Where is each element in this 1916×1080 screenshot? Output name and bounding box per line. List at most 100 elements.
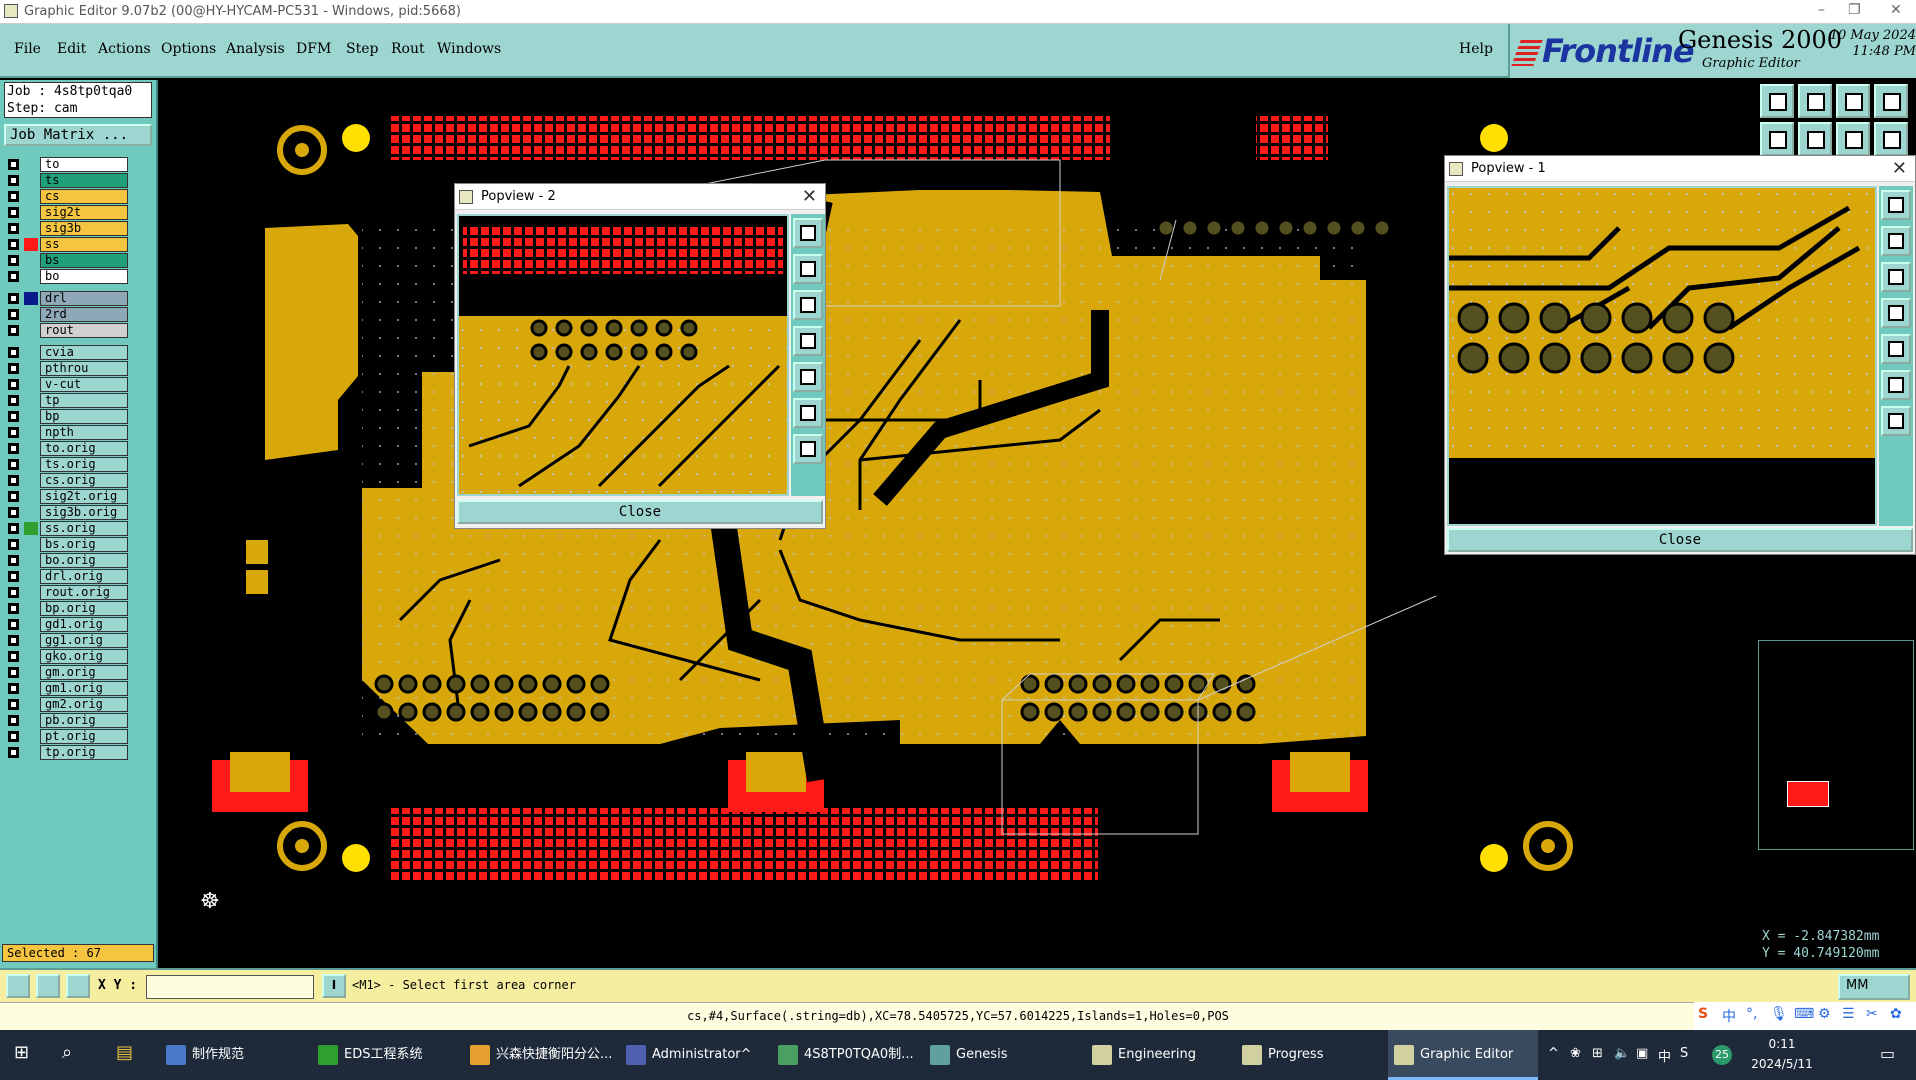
layer-affected-marker[interactable] (24, 270, 38, 283)
layer-row-pt-orig[interactable]: pt.orig (4, 728, 154, 744)
layer-name[interactable]: pthrou (40, 361, 128, 376)
layer-row-tp-orig[interactable]: tp.orig (4, 744, 154, 760)
layer-row-sig2t-orig[interactable]: sig2t.orig (4, 488, 154, 504)
popview-1-canvas[interactable] (1447, 186, 1877, 526)
layer-row-bs-orig[interactable]: bs.orig (4, 536, 154, 552)
layer-name[interactable]: bp.orig (40, 601, 128, 616)
pan-right-icon[interactable] (1798, 122, 1832, 156)
layer-affected-marker[interactable] (24, 292, 38, 305)
minimize-button[interactable]: – (1818, 2, 1825, 18)
layer-name[interactable]: sig3b (40, 221, 128, 236)
layer-row-v-cut[interactable]: v-cut (4, 376, 154, 392)
search-icon[interactable]: ⌕ (62, 1042, 72, 1063)
tray-icon-4[interactable]: ▣ (1636, 1046, 1648, 1061)
taskbar-app-0[interactable]: 制作规范 (Ver:1.0... (160, 1030, 308, 1080)
layer-row-bp[interactable]: bp (4, 408, 154, 424)
layer-row-sig3b-orig[interactable]: sig3b.orig (4, 504, 154, 520)
layer-checkbox[interactable] (8, 325, 19, 336)
layer-row-drl-orig[interactable]: drl.orig (4, 568, 154, 584)
layer-checkbox[interactable] (8, 715, 19, 726)
layer-affected-marker[interactable] (24, 730, 38, 743)
layer-row-ts[interactable]: ts (4, 172, 154, 188)
layer-row-bo-orig[interactable]: bo.orig (4, 552, 154, 568)
layer-checkbox[interactable] (8, 191, 19, 202)
layer-affected-marker[interactable] (24, 490, 38, 503)
layer-checkbox[interactable] (8, 363, 19, 374)
fit-icon[interactable] (793, 398, 823, 428)
redraw-icon[interactable] (1836, 122, 1870, 156)
center-icon[interactable] (793, 434, 823, 464)
center-icon[interactable] (1881, 406, 1911, 436)
menu-step[interactable]: Step (346, 41, 378, 57)
layer-row-cs-orig[interactable]: cs.orig (4, 472, 154, 488)
layer-affected-marker[interactable] (24, 254, 38, 267)
tray-icon-3[interactable]: 🔈 (1614, 1046, 1630, 1061)
popview-1-close-button[interactable]: Close (1447, 528, 1913, 552)
layer-row-rout-orig[interactable]: rout.orig (4, 584, 154, 600)
zoom-out-icon[interactable] (793, 254, 823, 284)
layer-name[interactable]: gm2.orig (40, 697, 128, 712)
layer-name[interactable]: rout.orig (40, 585, 128, 600)
layer-affected-marker[interactable] (24, 698, 38, 711)
layer-checkbox[interactable] (8, 293, 19, 304)
layer-name[interactable]: rout (40, 323, 128, 338)
layer-name[interactable]: ss.orig (40, 521, 128, 536)
layer-name[interactable]: cs.orig (40, 473, 128, 488)
layer-name[interactable]: to.orig (40, 441, 128, 456)
layer-checkbox[interactable] (8, 747, 19, 758)
layer-checkbox[interactable] (8, 255, 19, 266)
layer-checkbox[interactable] (8, 443, 19, 454)
layer-name[interactable]: pb.orig (40, 713, 128, 728)
menu-options[interactable]: Options (161, 41, 216, 57)
layer-affected-marker[interactable] (24, 362, 38, 375)
ime-icon-8[interactable]: ✿ (1890, 1006, 1902, 1022)
layer-checkbox[interactable] (8, 587, 19, 598)
layer-checkbox[interactable] (8, 395, 19, 406)
snap-mode-button[interactable] (6, 974, 30, 998)
layer-affected-marker[interactable] (24, 634, 38, 647)
system-clock[interactable]: 0:11 2024/5/11 (1736, 1034, 1828, 1074)
layer-row-bs[interactable]: bs (4, 252, 154, 268)
grid-button[interactable] (66, 974, 90, 998)
pan-right-icon[interactable] (793, 362, 823, 392)
pan-up-icon[interactable] (1881, 262, 1911, 292)
taskbar-app-2[interactable]: 兴森快捷衡阳分公... (464, 1030, 614, 1080)
layer-row-gg1-orig[interactable]: gg1.orig (4, 632, 154, 648)
layer-row-rout[interactable]: rout (4, 322, 154, 338)
layer-checkbox[interactable] (8, 175, 19, 186)
units-selector[interactable]: MM (1838, 974, 1910, 1000)
zoom-home-icon[interactable] (1760, 84, 1794, 118)
layer-name[interactable]: sig2t.orig (40, 489, 128, 504)
layer-name[interactable]: 2rd (40, 307, 128, 322)
layer-affected-marker[interactable] (24, 570, 38, 583)
fit-icon[interactable] (1874, 84, 1908, 118)
taskbar-app-3[interactable]: Administrator^ ... (620, 1030, 768, 1080)
layer-affected-marker[interactable] (24, 746, 38, 759)
measure-button[interactable] (36, 974, 60, 998)
layer-checkbox[interactable] (8, 731, 19, 742)
layers-icon[interactable] (1874, 122, 1908, 156)
menu-help[interactable]: Help (1459, 41, 1493, 57)
layer-affected-marker[interactable] (24, 308, 38, 321)
layer-row-ss-orig[interactable]: ss.orig (4, 520, 154, 536)
menu-analysis[interactable]: Analysis (226, 41, 285, 57)
layer-name[interactable]: v-cut (40, 377, 128, 392)
layer-name[interactable]: tp (40, 393, 128, 408)
layer-affected-marker[interactable] (24, 426, 38, 439)
layer-checkbox[interactable] (8, 619, 19, 630)
pan-left-icon[interactable] (1760, 122, 1794, 156)
layer-affected-marker[interactable] (24, 506, 38, 519)
layer-affected-marker[interactable] (24, 190, 38, 203)
layer-checkbox[interactable] (8, 539, 19, 550)
zoom-out-icon[interactable] (1881, 226, 1911, 256)
layer-name[interactable]: sig2t (40, 205, 128, 220)
layer-name[interactable]: cvia (40, 345, 128, 360)
layer-checkbox[interactable] (8, 635, 19, 646)
layer-name[interactable]: drl (40, 291, 128, 306)
layer-affected-marker[interactable] (24, 238, 38, 251)
layer-name[interactable]: gm.orig (40, 665, 128, 680)
layer-name[interactable]: bs.orig (40, 537, 128, 552)
taskbar-app-6[interactable]: Engineering Too... (1086, 1030, 1232, 1080)
layer-checkbox[interactable] (8, 491, 19, 502)
layer-row-npth[interactable]: npth (4, 424, 154, 440)
